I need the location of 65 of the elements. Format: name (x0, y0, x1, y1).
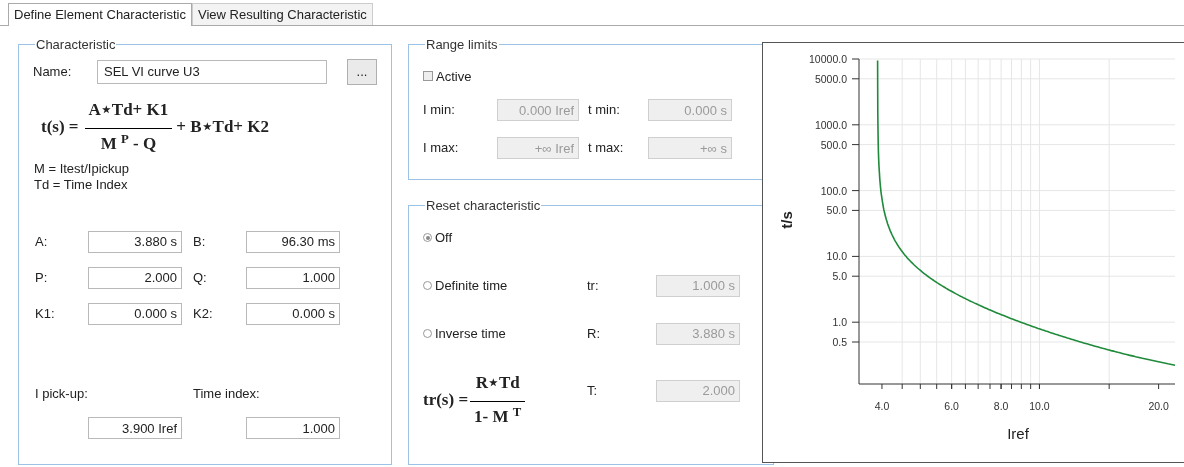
browse-button[interactable]: ... (347, 58, 377, 85)
name-field[interactable]: SEL VI curve U3 (97, 59, 327, 84)
radio-button[interactable] (423, 281, 432, 290)
param-label: B: (192, 232, 207, 251)
param-label: K2: (192, 304, 214, 323)
field-label: t min: (587, 101, 621, 120)
x-axis-label: Iref (1007, 425, 1029, 442)
checkbox[interactable] (423, 71, 433, 82)
param-label: K1: (35, 304, 56, 323)
field-label: T: (587, 381, 599, 400)
radio-button[interactable] (423, 329, 432, 338)
y-tick-label: 5000.0 (814, 72, 847, 85)
param-label: A: (35, 232, 49, 251)
x-tick-label: 6.0 (944, 400, 959, 412)
value-field[interactable]: 0.000 s (246, 302, 340, 325)
param-label: Q: (192, 268, 208, 287)
radio-label: Inverse time (435, 324, 506, 343)
value-field[interactable]: 3.900 Iref (88, 417, 182, 439)
y-tick-label: 50.0 (826, 204, 847, 217)
formula-note: Td = Time Index (34, 176, 129, 193)
y-tick-label: 500.0 (820, 138, 847, 151)
field-label: t max: (587, 139, 625, 158)
radio-label: Off (435, 228, 453, 247)
group-title: Reset characteristic (425, 197, 542, 215)
x-tick-label: 20.0 (1148, 400, 1169, 412)
field-label: I min: (423, 101, 456, 120)
formula-tail: + B⋆Td+ K2 (176, 115, 269, 138)
y-tick-label: 5.0 (832, 270, 847, 283)
field-label: Time index: (192, 384, 261, 403)
group-title: Range limits (425, 36, 499, 54)
y-tick-label: 1000.0 (814, 118, 847, 131)
y-tick-label: 0.5 (832, 336, 847, 348)
field-label: I max: (423, 139, 460, 158)
formula-numerator: R⋆Td (474, 371, 521, 394)
x-tick-label: 4.0 (874, 400, 890, 412)
group-title: Characteristic (35, 36, 117, 54)
value-field[interactable]: 96.30 ms (246, 230, 340, 253)
formula-note: M = Itest/Ipickup (34, 160, 130, 177)
formula-lhs: t(s) = (41, 115, 79, 138)
field-label: Name: (33, 62, 73, 81)
checkbox-label: Active (436, 67, 472, 86)
value-field[interactable]: 0.000 s (88, 302, 182, 325)
y-tick-label: 1.0 (832, 316, 847, 329)
x-tick-label: 8.0 (993, 400, 1009, 412)
x-tick-label: 10.0 (1029, 400, 1050, 412)
formula-lhs: tr(s) = (423, 388, 469, 411)
y-tick-label: 10000.0 (809, 53, 847, 65)
tab[interactable]: View Resulting Characteristic (191, 3, 373, 25)
y-tick-label: 100.0 (820, 184, 847, 197)
value-field[interactable]: 3.880 s (88, 230, 182, 253)
value-field[interactable]: 1.000 (246, 417, 340, 439)
field-label: tr: (587, 276, 600, 295)
value-field[interactable]: 2.000 (88, 266, 182, 289)
formula-denominator: 1- M $^{T}$ (473, 403, 523, 428)
y-tick-label: 10.0 (826, 250, 847, 263)
radio-label: Definite time (435, 276, 508, 295)
param-label: P: (35, 268, 49, 287)
value-field[interactable]: 1.000 (246, 266, 340, 289)
field-label: R: (587, 324, 601, 343)
formula-denominator: M $^{P}$ - Q (99, 130, 158, 155)
tab[interactable]: Define Element Characteristic (8, 3, 192, 26)
y-axis-label: t/s (778, 211, 795, 229)
field-label: I pick-up: (35, 384, 89, 403)
radio-button[interactable] (423, 233, 432, 242)
formula-numerator: A⋆Td+ K1 (87, 98, 170, 121)
